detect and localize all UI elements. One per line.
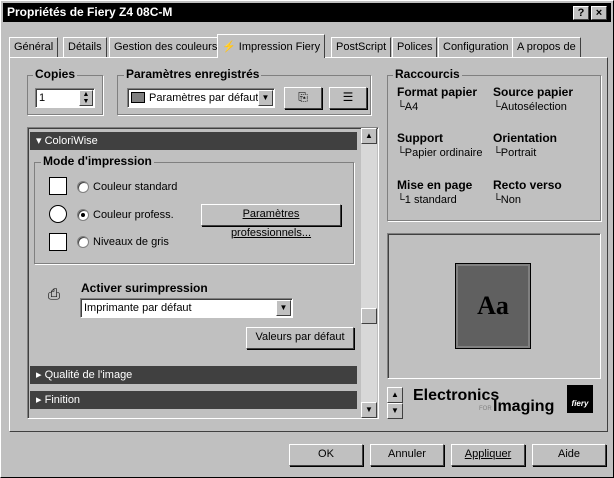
tab-postscript[interactable]: PostScript [331, 37, 392, 57]
preview-sample-text: Aa [458, 266, 528, 346]
shortcut-title: Format papier [397, 85, 478, 99]
color-standard-icon [49, 177, 67, 195]
magnifier-icon [49, 205, 67, 223]
list-icon: ☰ [342, 90, 354, 104]
print-mode-label: Mode d'impression [41, 154, 154, 168]
scroll-thumb[interactable] [361, 308, 377, 324]
tab-color-management[interactable]: Gestion des couleurs [109, 37, 223, 57]
tab-details[interactable]: Détails [63, 37, 107, 57]
printer-icon [131, 92, 145, 103]
default-values-button[interactable]: Valeurs par défaut [246, 327, 354, 349]
overprint-icon: ⎙ [48, 286, 61, 303]
tab-about[interactable]: A propos de [512, 37, 581, 57]
window-title: Propriétés de Fiery Z4 08C-M [7, 5, 173, 19]
colorwise-header-label: ColoriWise [44, 135, 98, 147]
scroll-up-icon[interactable]: ▲ [387, 387, 403, 403]
manage-settings-button[interactable]: ☰ [329, 87, 367, 109]
shortcut-value[interactable]: └Portrait [493, 147, 536, 159]
expand-arrow-icon: ▸ [36, 369, 42, 381]
fiery-logo-text: fiery [571, 399, 589, 408]
copies-label: Copies [33, 67, 78, 81]
finishing-header[interactable]: ▸ Finition [30, 391, 357, 409]
radio-grayscale[interactable] [77, 236, 89, 248]
tab-fonts[interactable]: Polices [392, 37, 438, 57]
shortcuts-label: Raccourcis [393, 67, 462, 81]
title-bar: Propriétés de Fiery Z4 08C-M ? × [3, 3, 611, 22]
help-button[interactable]: Aide [532, 444, 606, 466]
efi-logo-text-2: Imaging [493, 398, 555, 415]
radio-color-professional[interactable] [77, 209, 89, 221]
shortcut-title: Orientation [493, 131, 558, 145]
shortcut-value[interactable]: └Non [493, 194, 521, 206]
shortcut-title: Support [397, 131, 443, 145]
fiery-icon: ⚡ [222, 41, 236, 53]
copies-spinner[interactable]: 1 ▲ ▼ [35, 88, 95, 108]
save-disk-icon: ⎘ [298, 90, 308, 104]
help-title-button[interactable]: ? [573, 6, 589, 20]
professional-settings-button[interactable]: Paramètres professionnels... [201, 204, 341, 239]
save-settings-button[interactable]: ⎘ [284, 87, 322, 109]
overprint-value: Imprimante par défaut [84, 302, 192, 314]
cancel-button[interactable]: Annuler [370, 444, 444, 466]
saved-settings-value: Paramètres par défaut [149, 92, 259, 104]
shortcut-title: Source papier [493, 85, 574, 99]
color-standard-label: Couleur standard [93, 181, 178, 193]
tab-fiery-printing[interactable]: ⚡ Impression Fiery [217, 34, 326, 58]
scroll-down-icon[interactable]: ▼ [387, 403, 403, 419]
fiery-logo-icon: fiery [567, 385, 593, 413]
expand-arrow-icon: ▸ [36, 394, 42, 406]
vertical-scrollbar[interactable] [361, 128, 377, 418]
shortcut-value[interactable]: └Autosélection [493, 101, 567, 113]
finishing-label: Finition [44, 394, 81, 406]
tab-general[interactable]: Général [9, 37, 59, 57]
shortcut-value[interactable]: └1 standard [397, 194, 457, 206]
shortcut-value[interactable]: └A4 [397, 101, 418, 113]
tab-fiery-label: Impression Fiery [238, 41, 321, 53]
tab-configuration[interactable]: Configuration [438, 37, 514, 57]
properties-window: Propriétés de Fiery Z4 08C-M ? × Général… [0, 0, 614, 478]
dropdown-arrow-icon[interactable]: ▼ [258, 90, 273, 106]
shortcut-title: Recto verso [493, 178, 562, 192]
shortcut-value[interactable]: └Papier ordinaire [397, 147, 482, 159]
ok-button[interactable]: OK [289, 444, 363, 466]
grayscale-label: Niveaux de gris [93, 236, 169, 248]
copies-value: 1 [39, 92, 46, 104]
image-quality-label: Qualité de l'image [44, 369, 133, 381]
overprint-label: Activer surimpression [81, 281, 208, 295]
radio-color-standard[interactable] [77, 181, 89, 193]
efi-logo-text: Electronics [413, 387, 500, 404]
saved-settings-select[interactable]: Paramètres par défaut ▼ [127, 88, 275, 108]
color-professional-label: Couleur profess. [93, 209, 174, 221]
apply-button[interactable]: Appliquer [451, 444, 525, 466]
scroll-down-icon[interactable]: ▼ [361, 402, 377, 418]
close-button[interactable]: × [591, 6, 607, 20]
colorwise-header[interactable]: ▾ ColoriWise [30, 132, 357, 150]
spin-arrows-icon[interactable]: ▲ ▼ [79, 90, 93, 106]
overprint-select[interactable]: Imprimante par défaut ▼ [80, 298, 293, 318]
collapse-arrow-icon: ▾ [36, 135, 42, 147]
dropdown-arrow-icon[interactable]: ▼ [276, 300, 291, 316]
page-preview: Aa [455, 263, 531, 349]
grayscale-icon [49, 233, 67, 251]
image-quality-header[interactable]: ▸ Qualité de l'image [30, 366, 357, 384]
saved-settings-label: Paramètres enregistrés [124, 67, 262, 81]
shortcut-title: Mise en page [397, 178, 473, 192]
efi-logo-small: FOR [479, 406, 492, 412]
scroll-up-icon[interactable]: ▲ [361, 128, 377, 144]
